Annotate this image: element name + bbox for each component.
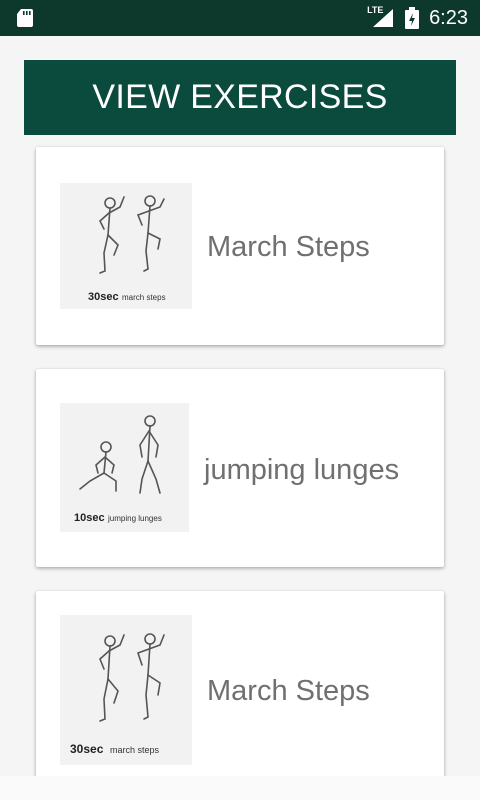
thumb-caption: jumping lunges [107,514,162,523]
march-steps-illustration: 30sec march steps [60,615,192,765]
bottom-strip [0,776,480,800]
thumb-caption: march steps [122,293,166,302]
jumping-lunges-illustration: 10sec jumping lunges [60,403,189,532]
exercise-name: jumping lunges [204,454,400,486]
thumb-caption-bold: 30sec [70,742,104,756]
march-steps-illustration: 30sec march steps [60,183,192,309]
exercise-list: 30sec march steps March Steps 10sec jump… [0,0,480,776]
exercise-name: March Steps [207,231,370,263]
exercise-card[interactable]: 30sec march steps March Steps [36,591,444,776]
exercise-card[interactable]: 10sec jumping lunges jumping lunges [36,369,444,567]
thumb-caption-bold: 30sec [88,291,119,303]
exercise-card[interactable]: 30sec march steps March Steps [36,147,444,345]
exercise-name: March Steps [207,675,370,707]
thumb-caption-bold: 10sec [74,512,105,524]
thumb-caption: march steps [110,745,160,755]
